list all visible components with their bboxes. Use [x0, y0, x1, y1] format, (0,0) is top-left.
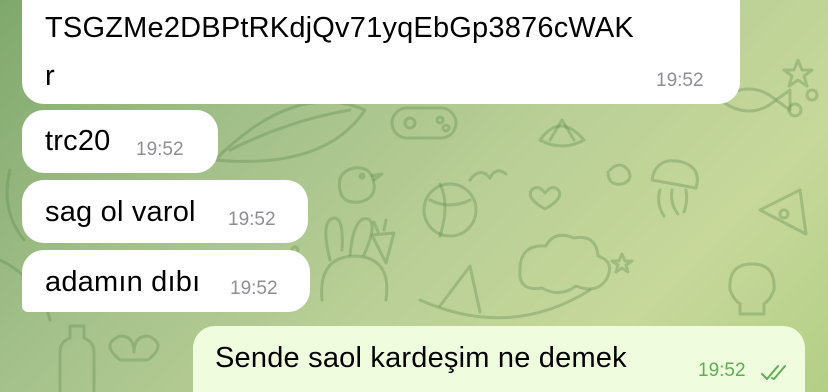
message-text: r: [45, 60, 55, 92]
message-text: TSGZMe2DBPtRKdjQv71yqEbGp3876cWAK: [45, 12, 634, 44]
incoming-message-bubble[interactable]: sag ol varol 19:52: [22, 180, 308, 243]
message-timestamp: 19:52: [136, 139, 184, 160]
message-timestamp: 19:52: [698, 360, 746, 381]
message-text: trc20: [45, 125, 111, 157]
message-list[interactable]: TSGZMe2DBPtRKdjQv71yqEbGp3876cWAK r 19:5…: [0, 0, 828, 392]
message-timestamp: 19:52: [656, 70, 704, 91]
incoming-message-bubble[interactable]: TSGZMe2DBPtRKdjQv71yqEbGp3876cWAK r 19:5…: [22, 0, 740, 104]
message-timestamp: 19:52: [228, 209, 276, 230]
message-text: sag ol varol: [45, 196, 196, 228]
message-text: Sende saol kardeşim ne demek: [215, 342, 627, 374]
incoming-message-bubble[interactable]: adamın dıbı 19:52: [22, 250, 310, 312]
message-text: adamın dıbı: [45, 266, 201, 298]
message-timestamp: 19:52: [230, 278, 278, 299]
outgoing-message-bubble[interactable]: Sende saol kardeşim ne demek 19:52: [193, 326, 805, 392]
incoming-message-bubble[interactable]: trc20 19:52: [22, 110, 218, 173]
double-check-icon: [761, 365, 786, 380]
